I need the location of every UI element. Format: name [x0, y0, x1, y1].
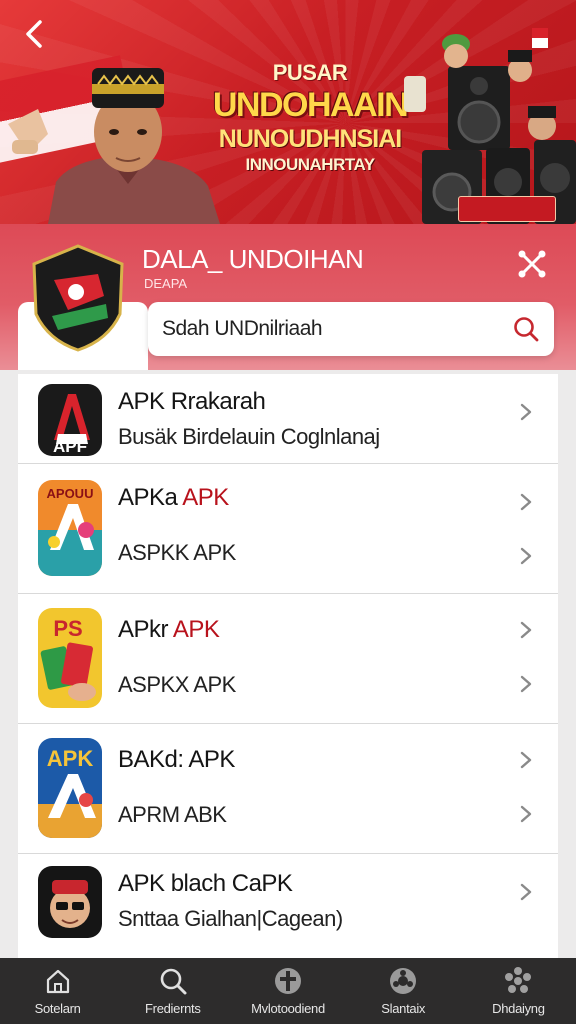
app-icon-label: APOUU: [47, 486, 94, 501]
item-title: APK blach CaPK: [118, 870, 293, 897]
cross-icon: [275, 968, 301, 994]
nav-item-settings[interactable]: Slantaix: [346, 958, 461, 1024]
search-input[interactable]: [162, 317, 502, 341]
list-item[interactable]: APK blach CaPK Snttaa Gialhan|Cagean): [18, 854, 558, 958]
nav-label: Mvlotoodiend: [251, 1001, 325, 1016]
app-icon-mascot: [38, 866, 102, 938]
promo-banner[interactable]: PUSAR UNDOHAAIN NUNOUDHNSIAI INNOUNAHRTA…: [0, 0, 576, 224]
nav-label: Slantaix: [381, 1001, 426, 1016]
app-icon-ps: PS: [38, 608, 102, 708]
nav-item-home[interactable]: Sotelarn: [0, 958, 115, 1024]
banner-speakers-image: [404, 28, 576, 224]
item-subtitle: ASPKX APK: [118, 672, 236, 697]
chevron-right-icon[interactable]: [518, 546, 534, 566]
app-icon-label: APF: [53, 437, 87, 456]
page-title: DALA_ UNDOIHAN: [142, 244, 364, 274]
nav-item-search[interactable]: Frediernts: [115, 958, 230, 1024]
banner-line-4: INNOUNAHRTAY: [245, 155, 375, 174]
search-icon[interactable]: [512, 315, 540, 343]
chevron-right-icon[interactable]: [518, 402, 534, 422]
nav-label: Dhdaiyng: [492, 1001, 545, 1016]
banner-line-3: NUNOUDHNSIAI: [218, 125, 402, 153]
chevron-right-icon[interactable]: [518, 882, 534, 902]
item-subtitle: APRM ABK: [118, 802, 227, 827]
item-subtitle: Busäk Birdelauin Coglnlanaj: [118, 424, 380, 449]
app-icon-label: APK: [47, 746, 94, 771]
chevron-right-icon[interactable]: [518, 674, 534, 694]
nav-label: Frediernts: [145, 1001, 201, 1016]
settings-icon: [390, 968, 417, 994]
nav-item-apps[interactable]: Dhdaiyng: [461, 958, 576, 1024]
bottom-navigation: Sotelarn Frediernts Mvlotoodiend Slantai…: [0, 958, 576, 1024]
nav-label: Sotelarn: [34, 1001, 81, 1016]
chevron-right-icon[interactable]: [518, 620, 534, 640]
back-button[interactable]: [18, 16, 50, 52]
list-item[interactable]: APF APK Rrakarah Busäk Birdelauin Coglnl…: [18, 374, 558, 464]
app-icon-apk: APK: [38, 738, 102, 838]
app-logo-icon: [32, 244, 124, 352]
app-icon-apf: APF: [38, 384, 102, 456]
list-item[interactable]: APK BAKd: APK APRM ABK: [18, 724, 558, 854]
app-icon-apoui: APOUU: [38, 480, 102, 576]
share-icon: [518, 250, 546, 278]
item-title: APKa APK: [118, 484, 229, 511]
list-item[interactable]: APOUU APKa APK ASPKK APK: [18, 464, 558, 594]
banner-headline: PUSAR UNDOHAAIN NUNOUDHNSIAI INNOUNAHRTA…: [205, 60, 415, 176]
item-subtitle: ASPKK APK: [118, 540, 236, 565]
banner-line-2: UNDOHAAIN: [212, 86, 409, 124]
share-button[interactable]: [514, 246, 550, 282]
item-title: BAKd: APK: [118, 746, 235, 773]
chevron-right-icon[interactable]: [518, 804, 534, 824]
chevron-left-icon: [26, 20, 42, 48]
nav-item-download[interactable]: Mvlotoodiend: [230, 958, 345, 1024]
item-subtitle: Snttaa Gialhan|Cagean): [118, 906, 343, 931]
item-title: APK Rrakarah: [118, 388, 266, 415]
banner-line-1: PUSAR: [272, 60, 348, 85]
chevron-right-icon[interactable]: [518, 492, 534, 512]
app-icon-label: PS: [53, 616, 82, 641]
search-bar[interactable]: [148, 302, 554, 356]
home-icon: [46, 969, 69, 994]
chevron-right-icon[interactable]: [518, 750, 534, 770]
app-list: APF APK Rrakarah Busäk Birdelauin Coglnl…: [18, 374, 558, 958]
promo-tag: [458, 196, 556, 222]
page-subtitle: DEAPA: [144, 276, 188, 291]
apps-icon: [505, 967, 532, 993]
search-icon: [160, 968, 187, 995]
list-item[interactable]: PS APkr APK ASPKX APK: [18, 594, 558, 724]
item-title: APkr APK: [118, 616, 220, 643]
banner-person-image: [8, 68, 220, 224]
